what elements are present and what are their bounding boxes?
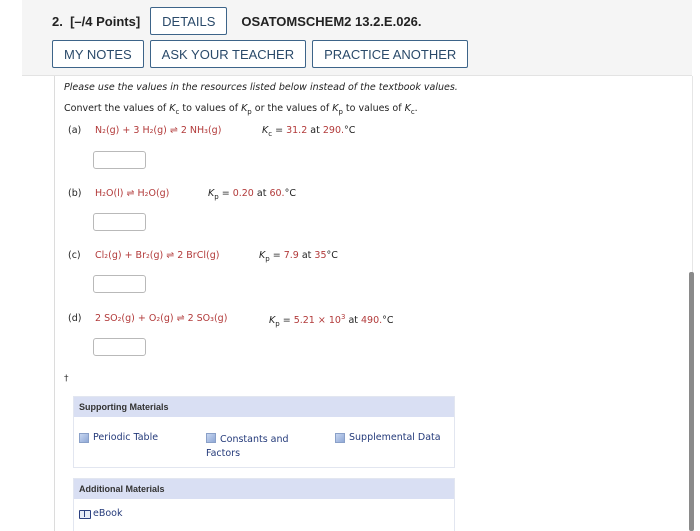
part-d: (d) 2 SO₂(g) + O₂(g) ⇌ 2 SO₃(g) Kp = 5.2…: [68, 313, 394, 328]
instruction-text: Please use the values in the resources l…: [64, 82, 458, 93]
answer-input-a[interactable]: [93, 151, 146, 169]
part-b: (b) H₂O(l) ⇌ H₂O(g) Kp = 0.20 at 60.°C: [68, 188, 296, 201]
periodic-table-link[interactable]: Periodic Table: [79, 431, 158, 445]
part-label: (d): [68, 313, 82, 324]
convert-prompt: Convert the values of Kc to values of Kp…: [64, 103, 418, 116]
constants-factors-link[interactable]: Constants and Factors: [206, 431, 316, 461]
supporting-materials-panel: Supporting Materials Periodic Table Cons…: [73, 396, 455, 468]
practice-another-button[interactable]: PRACTICE ANOTHER: [312, 40, 469, 68]
reaction-equation: N₂(g) + 3 H₂(g) ⇌ 2 NH₃(g): [95, 125, 222, 136]
header-actions: MY NOTES ASK YOUR TEACHER PRACTICE ANOTH…: [52, 40, 469, 68]
header-row: 2. [–/4 Points] DETAILS OSATOMSCHEM2 13.…: [52, 7, 422, 35]
k-expression: Kp = 5.21 × 103 at 490.°C: [269, 313, 394, 328]
additional-materials-title: Additional Materials: [74, 479, 454, 499]
answer-input-d[interactable]: [93, 338, 146, 356]
book-icon: [79, 510, 91, 519]
dagger-mark: †: [64, 374, 69, 384]
question-header: 2. [–/4 Points] DETAILS OSATOMSCHEM2 13.…: [22, 0, 692, 76]
content-left-border: [54, 76, 55, 531]
supporting-materials-title: Supporting Materials: [74, 397, 454, 417]
part-c: (c) Cl₂(g) + Br₂(g) ⇌ 2 BrCl(g) Kp = 7.9…: [68, 250, 338, 263]
supplemental-data-link[interactable]: Supplemental Data: [335, 431, 441, 445]
additional-materials-panel: Additional Materials eBook: [73, 478, 455, 531]
document-icon: [79, 433, 89, 443]
my-notes-button[interactable]: MY NOTES: [52, 40, 144, 68]
k-expression: Kp = 0.20 at 60.°C: [208, 188, 296, 201]
k-expression: Kc = 31.2 at 290.°C: [262, 125, 356, 138]
details-button[interactable]: DETAILS: [150, 7, 228, 35]
k-expression: Kp = 7.9 at 35°C: [259, 250, 338, 263]
part-label: (c): [68, 250, 81, 261]
document-icon: [335, 433, 345, 443]
part-label: (b): [68, 188, 82, 199]
part-a: (a) N₂(g) + 3 H₂(g) ⇌ 2 NH₃(g) Kc = 31.2…: [68, 125, 355, 138]
reaction-equation: H₂O(l) ⇌ H₂O(g): [95, 188, 170, 199]
answer-input-b[interactable]: [93, 213, 146, 231]
ebook-link[interactable]: eBook: [79, 507, 123, 521]
answer-input-c[interactable]: [93, 275, 146, 293]
document-icon: [206, 433, 216, 443]
reaction-equation: Cl₂(g) + Br₂(g) ⇌ 2 BrCl(g): [95, 250, 220, 261]
ask-teacher-button[interactable]: ASK YOUR TEACHER: [149, 40, 307, 68]
question-number: 2. [–/4 Points]: [52, 13, 141, 29]
vertical-scrollbar[interactable]: [689, 272, 694, 531]
reaction-equation: 2 SO₂(g) + O₂(g) ⇌ 2 SO₃(g): [95, 313, 228, 324]
part-label: (a): [68, 125, 82, 136]
question-code: OSATOMSCHEM2 13.2.E.026.: [241, 13, 422, 29]
